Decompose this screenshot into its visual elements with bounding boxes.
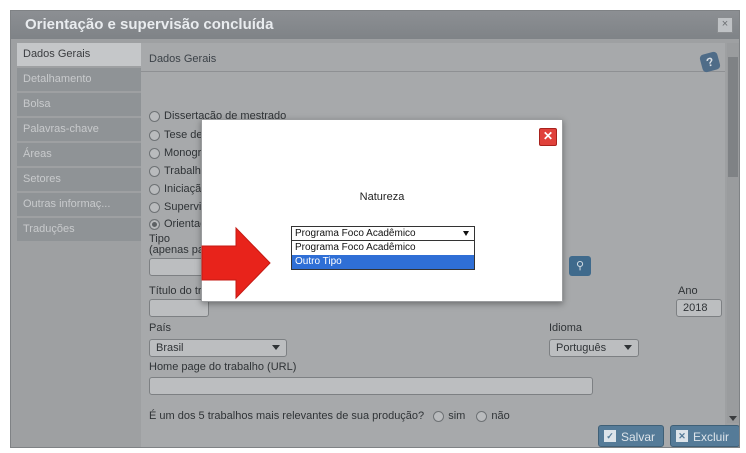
scrollbar[interactable] bbox=[727, 43, 739, 423]
idioma-label: Idioma bbox=[549, 322, 583, 334]
relevante-question: É um dos 5 trabalhos mais relevantes de … bbox=[149, 410, 425, 422]
homepage-input[interactable] bbox=[149, 377, 593, 395]
sidebar-item-setores[interactable]: Setores bbox=[17, 168, 141, 191]
chevron-down-icon bbox=[624, 345, 632, 350]
dropdown-option-programa-foco[interactable]: Programa Foco Acadêmico bbox=[292, 241, 474, 255]
sidebar-item-bolsa[interactable]: Bolsa bbox=[17, 93, 141, 116]
red-arrow-annotation bbox=[201, 226, 271, 300]
natureza-label: Natureza bbox=[359, 191, 405, 203]
scrollbar-thumb[interactable] bbox=[728, 57, 738, 177]
radio-button[interactable] bbox=[149, 201, 160, 213]
radio-option-trabalho[interactable]: Trabalho bbox=[149, 164, 207, 178]
ano-input[interactable]: 2018 bbox=[676, 299, 722, 317]
window-title: Orientação e supervisão concluída bbox=[25, 16, 274, 33]
relevante-row: É um dos 5 trabalhos mais relevantes de … bbox=[149, 409, 510, 423]
natureza-dropdown: Programa Foco Acadêmico Outro Tipo bbox=[291, 241, 475, 270]
titulo-input[interactable] bbox=[149, 299, 209, 317]
ano-label: Ano bbox=[678, 285, 698, 297]
sidebar: Dados Gerais Detalhamento Bolsa Palavras… bbox=[17, 43, 141, 243]
radio-button[interactable] bbox=[149, 129, 160, 141]
chevron-down-icon bbox=[272, 345, 280, 350]
pais-select[interactable]: Brasil bbox=[149, 339, 287, 357]
section-title: Dados Gerais bbox=[149, 53, 217, 65]
radio-button[interactable] bbox=[149, 183, 160, 195]
content-header: Dados Gerais bbox=[141, 43, 725, 72]
sidebar-item-detalhamento[interactable]: Detalhamento bbox=[17, 68, 141, 91]
homepage-label: Home page do trabalho (URL) bbox=[149, 361, 297, 373]
pais-value: Brasil bbox=[156, 342, 184, 354]
radio-option-iniciacao[interactable]: Iniciação bbox=[149, 182, 207, 196]
idioma-value: Português bbox=[556, 342, 607, 354]
radio-sim[interactable] bbox=[433, 410, 445, 422]
radio-option-supervisao[interactable]: Supervis bbox=[149, 200, 207, 214]
natureza-select[interactable]: Programa Foco Acadêmico bbox=[291, 226, 475, 241]
x-icon: ✕ bbox=[676, 430, 688, 442]
pais-label: País bbox=[149, 322, 172, 334]
sidebar-item-areas[interactable]: Áreas bbox=[17, 143, 141, 166]
radio-option-orientacao[interactable]: Orientaç bbox=[149, 217, 206, 231]
titlebar: Orientação e supervisão concluída × bbox=[11, 11, 739, 39]
scroll-down-icon[interactable] bbox=[729, 416, 737, 421]
radio-button[interactable] bbox=[149, 165, 160, 177]
delete-button[interactable]: ✕ Excluir bbox=[670, 425, 739, 447]
radio-option-monografia[interactable]: Monogra bbox=[149, 146, 207, 160]
sidebar-item-outras-informacoes[interactable]: Outras informaç... bbox=[17, 193, 141, 216]
nao-label: não bbox=[491, 410, 510, 422]
sidebar-item-dados-gerais[interactable]: Dados Gerais bbox=[17, 43, 141, 66]
idioma-select[interactable]: Português bbox=[549, 339, 639, 357]
radio-button[interactable] bbox=[149, 110, 160, 122]
check-icon: ✓ bbox=[604, 430, 616, 442]
save-button[interactable]: ✓ Salvar bbox=[598, 425, 664, 447]
search-icon: ⚲ bbox=[575, 260, 585, 272]
window-close-icon[interactable]: × bbox=[717, 17, 733, 33]
chevron-down-icon bbox=[463, 231, 469, 236]
search-button[interactable]: ⚲ bbox=[569, 256, 591, 276]
radio-button-checked[interactable] bbox=[149, 218, 160, 230]
dropdown-option-outro-tipo[interactable]: Outro Tipo bbox=[292, 255, 474, 269]
radio-nao[interactable] bbox=[476, 410, 488, 422]
radio-button[interactable] bbox=[149, 147, 160, 159]
sidebar-item-palavras-chave[interactable]: Palavras-chave bbox=[17, 118, 141, 141]
natureza-selected-value: Programa Foco Acadêmico bbox=[295, 228, 416, 239]
sidebar-item-traducoes[interactable]: Traduções bbox=[17, 218, 141, 241]
modal-close-icon[interactable]: ✕ bbox=[539, 128, 557, 146]
radio-option-tese[interactable]: Tese de bbox=[149, 128, 203, 142]
sim-label: sim bbox=[448, 410, 466, 422]
